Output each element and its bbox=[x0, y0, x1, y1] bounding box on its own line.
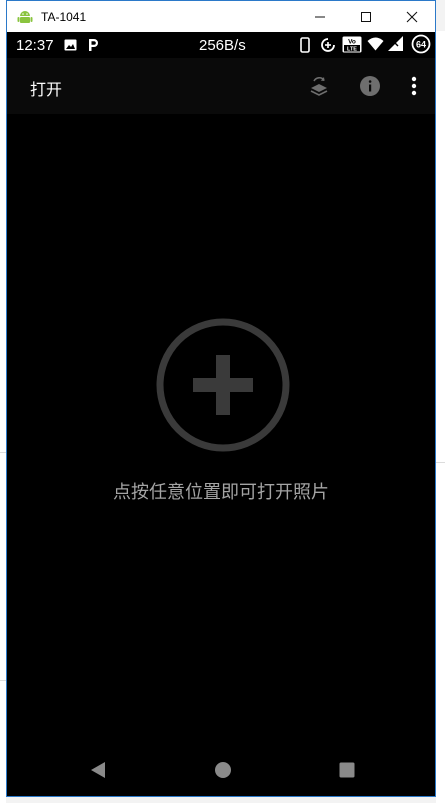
emulator-window: TA-1041 12:37 256B/s Vo LTE 64 打开 点按任意位置… bbox=[6, 0, 436, 797]
add-circle-icon bbox=[156, 318, 290, 452]
info-button[interactable] bbox=[356, 72, 384, 100]
app-toolbar: 打开 bbox=[7, 58, 435, 114]
minimize-icon bbox=[315, 16, 325, 17]
data-saver-icon bbox=[321, 38, 335, 52]
switch-layers-button[interactable] bbox=[305, 72, 333, 100]
open-photo-hint: 点按任意位置即可打开照片 bbox=[113, 482, 329, 503]
phone-icon bbox=[300, 37, 310, 53]
image-icon bbox=[64, 39, 77, 51]
recents-button[interactable] bbox=[334, 757, 360, 783]
background-right-strip bbox=[436, 31, 445, 803]
battery-level: 64 bbox=[416, 39, 426, 49]
p-app-icon bbox=[89, 39, 98, 51]
recents-icon bbox=[339, 762, 355, 778]
open-photo-area[interactable]: 点按任意位置即可打开照片 bbox=[7, 114, 435, 744]
signal-icon bbox=[388, 36, 403, 51]
android-screen: 12:37 256B/s Vo LTE 64 打开 点按任意位置即可打开照片 bbox=[7, 32, 435, 796]
status-time: 12:37 bbox=[16, 37, 54, 54]
background-divider bbox=[436, 462, 445, 463]
status-bar: 12:37 256B/s Vo LTE 64 bbox=[7, 32, 435, 58]
battery-icon: 64 bbox=[411, 34, 431, 54]
switch-layers-icon bbox=[310, 76, 328, 96]
close-button[interactable] bbox=[389, 1, 435, 32]
wifi-icon bbox=[367, 37, 384, 51]
maximize-icon bbox=[361, 11, 371, 22]
navigation-bar bbox=[7, 744, 435, 796]
close-icon bbox=[406, 11, 418, 22]
minimize-button[interactable] bbox=[297, 1, 343, 32]
back-button[interactable] bbox=[85, 757, 111, 783]
back-icon bbox=[91, 762, 105, 778]
info-icon bbox=[360, 76, 380, 96]
window-title: TA-1041 bbox=[41, 9, 87, 24]
more-vert-icon bbox=[411, 76, 417, 96]
volte-icon: Vo LTE bbox=[342, 36, 362, 53]
page-title: 打开 bbox=[30, 80, 63, 99]
volte-top-label: Vo bbox=[348, 39, 356, 46]
maximize-button[interactable] bbox=[343, 1, 389, 32]
network-speed: 256B/s bbox=[199, 37, 246, 54]
volte-bottom-label: LTE bbox=[347, 47, 357, 53]
home-icon bbox=[215, 762, 231, 778]
window-titlebar: TA-1041 bbox=[7, 1, 435, 32]
android-icon bbox=[17, 10, 33, 23]
home-button[interactable] bbox=[210, 757, 236, 783]
more-options-button[interactable] bbox=[400, 72, 428, 100]
